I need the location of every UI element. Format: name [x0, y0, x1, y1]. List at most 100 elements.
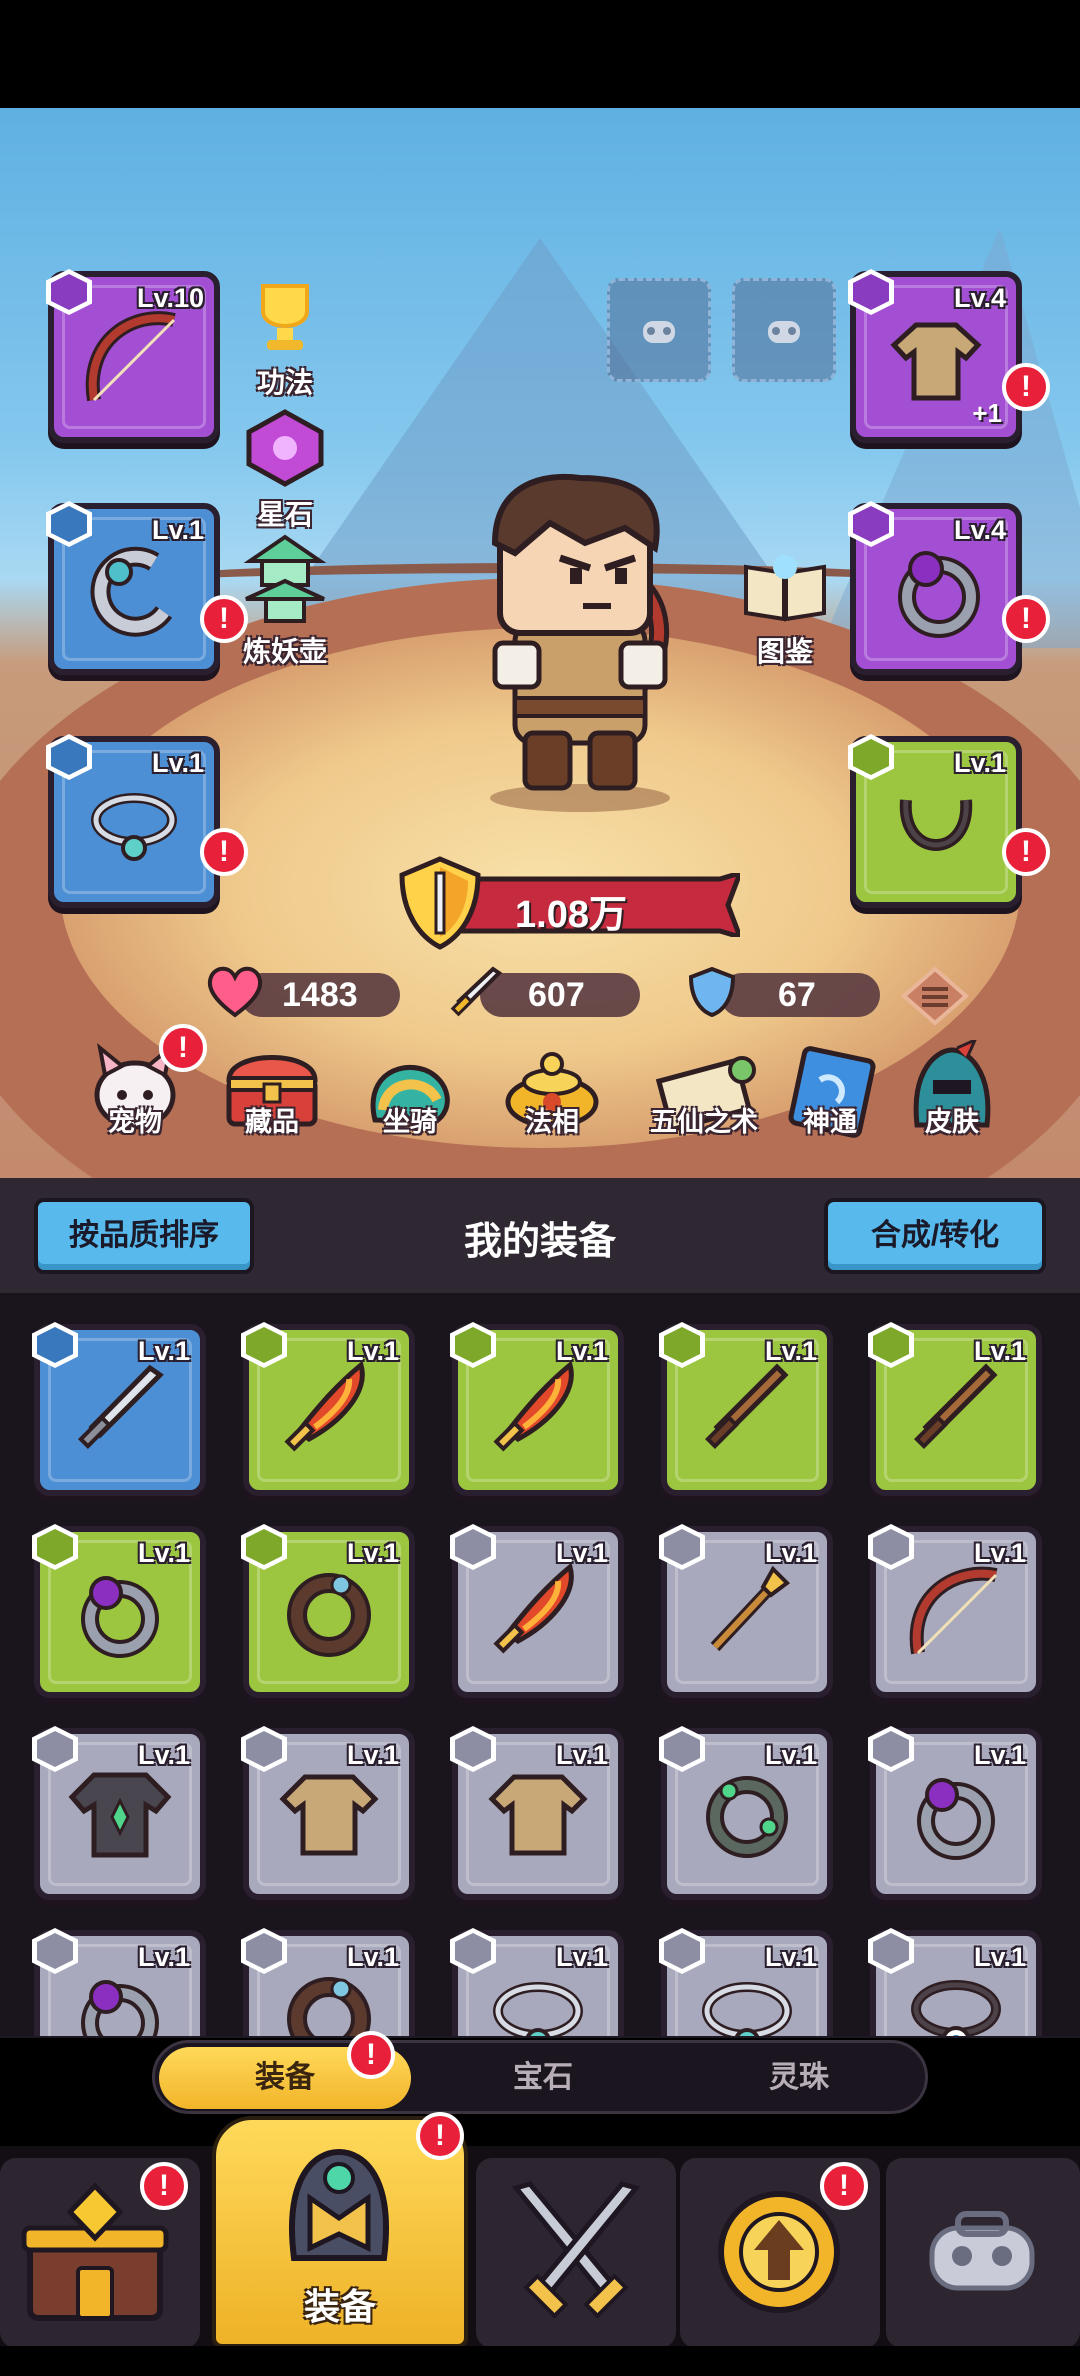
inventory-tabs: 装备 宝石 灵珠 ! — [152, 2031, 928, 2114]
necklace-icon — [493, 1982, 583, 2036]
pagoda-icon — [243, 534, 327, 623]
character-scene: Lv.10 Lv.1 ! Lv.1 ! Lv.4 +1 ! Lv.4 ! Lv.… — [0, 108, 1080, 1178]
heart-icon — [207, 966, 263, 1018]
dark-ring-icon — [287, 1977, 371, 2036]
equip-slot-ring-right[interactable]: Lv.4 — [848, 501, 1022, 675]
trophy-icon — [261, 284, 309, 350]
menu-collection[interactable]: 藏品 — [212, 1040, 332, 1145]
necklace-icon — [702, 1982, 792, 2036]
gongfa-button[interactable]: 功法 — [225, 276, 345, 401]
inventory-item[interactable]: Lv.1 — [868, 1726, 1042, 1900]
inventory-item[interactable]: Lv.1 — [868, 1524, 1042, 1698]
nav-shop[interactable]: ! — [0, 2158, 200, 2348]
battle-swords-icon — [511, 2181, 641, 2319]
inventory-item[interactable]: Lv.1 — [659, 1322, 833, 1496]
status-bar — [0, 0, 1080, 108]
menu-mount-label: 坐骑 — [383, 1107, 437, 1137]
menu-faxiang[interactable]: 法相 — [492, 1040, 612, 1145]
combat-power-banner: 1.08万 — [390, 853, 740, 953]
dark-necklace-icon — [899, 799, 973, 852]
alert-badge: ! — [820, 2162, 868, 2210]
defense-shield-icon — [688, 966, 736, 1018]
nav-equipment[interactable]: 装备 ! — [212, 2112, 468, 2348]
inventory-item[interactable]: Lv.1 — [450, 1322, 624, 1496]
alert-badge: ! — [159, 1024, 207, 1072]
hero-character[interactable] — [455, 473, 705, 813]
dark-ring-icon — [287, 1573, 371, 1658]
menu-wuxian[interactable]: 五仙之术 — [634, 1040, 774, 1145]
lianyaohu-button[interactable]: 炼妖壶 — [225, 533, 345, 670]
jade-necklace-icon — [91, 793, 177, 862]
tab-gems[interactable]: 宝石 — [417, 2047, 669, 2109]
stats-detail-icon[interactable] — [900, 965, 970, 1027]
inventory-item[interactable]: Lv.1 — [659, 1928, 833, 2036]
xingshi-button[interactable]: 星石 — [225, 408, 345, 533]
inventory-item[interactable]: Lv.1 — [450, 1928, 624, 2036]
inventory-item[interactable]: Lv.1 — [241, 1524, 415, 1698]
attack-sword-icon — [450, 966, 503, 1017]
menu-shentong[interactable]: 神通 — [770, 1040, 890, 1145]
locked-slot-2[interactable] — [732, 278, 836, 382]
nav-equipment-label: 装备 — [303, 2286, 376, 2327]
alert-badge: ! — [1002, 828, 1050, 876]
nav-locked[interactable] — [886, 2158, 1080, 2348]
star-stone-icon — [246, 409, 324, 487]
bottom-navigation: ! 装备 ! ! — [0, 2112, 1080, 2348]
system-nav-bar — [0, 2346, 1080, 2376]
compose-convert-button[interactable]: 合成/转化 — [824, 1198, 1046, 1274]
alert-badge: ! — [1002, 363, 1050, 411]
inventory-item[interactable]: Lv.1 — [32, 1322, 206, 1496]
equip-slot-necklace-right[interactable]: Lv.1 — [848, 734, 1022, 908]
menu-wuxian-label: 五仙之术 — [650, 1107, 758, 1137]
inventory-grid: Lv.1 Lv.1 Lv.1 Lv.1 Lv.1 Lv.1 Lv.1 Lv.1 Lv.1 Lv.1… — [0, 1296, 1080, 2036]
feature-menu: 宠物 ! 藏品 坐骑 法相 五仙之术 神通 皮肤 — [0, 1024, 1080, 1180]
wooden-sword-icon — [705, 1363, 789, 1450]
inventory-item[interactable]: Lv.1 — [32, 1524, 206, 1698]
tujian-button[interactable]: 图鉴 — [725, 553, 845, 670]
locked-slot-1[interactable] — [607, 278, 711, 382]
inventory-item[interactable]: Lv.1 — [659, 1726, 833, 1900]
flame-sword-icon — [493, 1360, 574, 1452]
inventory-item[interactable]: Lv.1 — [241, 1928, 415, 2036]
equip-slot-ring-left[interactable]: Lv.1 — [46, 501, 220, 675]
equip-slot-necklace-left[interactable]: Lv.1 — [46, 734, 220, 908]
jade-ring-icon — [706, 1776, 788, 1859]
menu-shentong-label: 神通 — [803, 1107, 857, 1137]
menu-collection-label: 藏品 — [245, 1107, 299, 1137]
purple-ring-icon — [81, 1980, 159, 2036]
inventory-item[interactable]: Lv.1 — [659, 1524, 833, 1698]
inventory-item[interactable]: Lv.1 — [868, 1322, 1042, 1496]
inventory-item[interactable]: Lv.1 — [32, 1726, 206, 1900]
tab-orbs[interactable]: 灵珠 — [673, 2047, 925, 2109]
gongfa-label: 功法 — [256, 367, 313, 398]
alert-badge: ! — [416, 2112, 464, 2160]
menu-skin[interactable]: 皮肤 — [892, 1037, 1012, 1145]
inventory-item[interactable]: Lv.1 — [241, 1322, 415, 1496]
tunic-icon — [279, 1774, 379, 1856]
menu-pet[interactable]: 宠物 ! — [75, 1024, 207, 1145]
tunic-icon — [890, 322, 982, 401]
equip-slot-armor[interactable]: Lv.4 +1 — [848, 269, 1022, 443]
inventory-item[interactable]: Lv.1 — [32, 1928, 206, 2036]
menu-pet-label: 宠物 — [108, 1107, 162, 1137]
panel-header: 按品质排序 我的装备 合成/转化 — [0, 1178, 1080, 1297]
sword-shield-icon — [399, 856, 481, 950]
nav-upgrade[interactable]: ! — [680, 2158, 880, 2348]
spear-icon — [710, 1565, 791, 1652]
inventory-item[interactable]: Lv.1 — [450, 1524, 624, 1698]
inventory-item[interactable]: Lv.1 — [868, 1928, 1042, 2036]
inventory-item[interactable]: Lv.1 — [241, 1726, 415, 1900]
menu-mount[interactable]: 坐骑 — [350, 1040, 470, 1145]
dark-robe-icon — [68, 1772, 172, 1858]
cloud-lock-icon — [768, 321, 800, 343]
xingshi-label: 星石 — [256, 499, 313, 530]
bow-icon — [85, 311, 176, 402]
bow-icon — [909, 1566, 998, 1655]
nav-battle[interactable] — [476, 2158, 676, 2348]
eye-necklace-icon — [911, 1980, 1001, 2036]
cloud-lock-icon — [929, 2211, 1035, 2291]
menu-skin-label: 皮肤 — [925, 1107, 979, 1137]
inventory-item[interactable]: Lv.1 — [450, 1726, 624, 1900]
equip-slot-weapon[interactable]: Lv.10 — [46, 269, 220, 443]
tujian-label: 图鉴 — [756, 636, 813, 667]
